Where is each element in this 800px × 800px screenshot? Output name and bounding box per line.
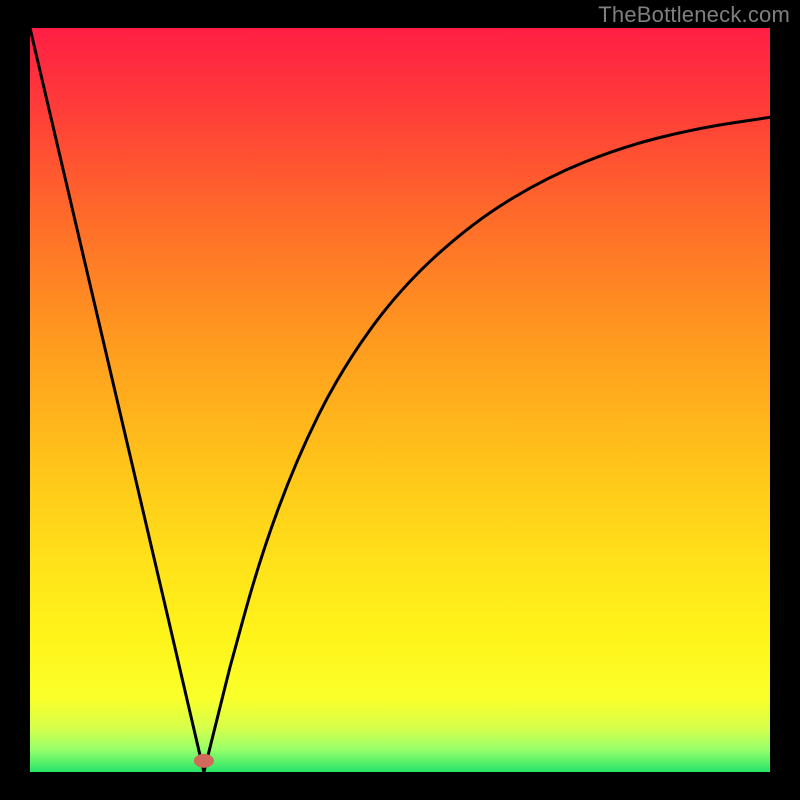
attribution-text: TheBottleneck.com [598,2,790,28]
minimum-marker [194,754,214,768]
chart-stage: TheBottleneck.com [0,0,800,800]
plot-svg [30,28,770,772]
gradient-background [30,28,770,772]
plot-frame [30,28,770,772]
